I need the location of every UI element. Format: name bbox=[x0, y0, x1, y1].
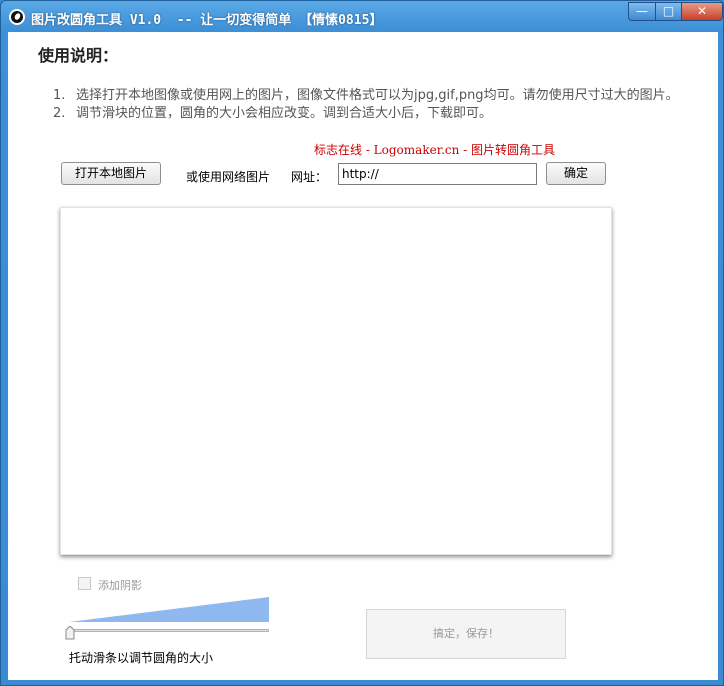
window-title: 图片改圆角工具 V1.0 -- 让一切变得简单 【情愫0815】 bbox=[31, 13, 383, 28]
url-label: 网址： bbox=[291, 170, 328, 184]
instruction-number: 2. bbox=[53, 106, 66, 121]
client-area: 使用说明： 1. 选择打开本地图像或使用网上的图片，图像文件格式可以为jpg,gi… bbox=[8, 32, 718, 680]
app-window: 图片改圆角工具 V1.0 -- 让一切变得简单 【情愫0815】 — □ ✕ 使… bbox=[0, 0, 724, 686]
slider-hint-label: 托动滑条以调节圆角的大小 bbox=[69, 651, 214, 665]
save-button[interactable]: 搞定，保存！ bbox=[366, 609, 566, 659]
app-logo-icon bbox=[9, 9, 25, 25]
add-shadow-label: 添加阴影 bbox=[98, 579, 142, 592]
corner-radius-ramp-graphic bbox=[69, 597, 269, 622]
open-local-image-button[interactable]: 打开本地图片 bbox=[61, 162, 161, 185]
brand-link[interactable]: 标志在线 - Logomaker.cn - 图片转圆角工具 bbox=[314, 141, 555, 158]
url-input[interactable] bbox=[338, 163, 537, 185]
corner-radius-slider-thumb[interactable] bbox=[65, 626, 75, 640]
instruction-item: 1. 选择打开本地图像或使用网上的图片，图像文件格式可以为jpg,gif,png均… bbox=[53, 84, 679, 103]
image-preview-area bbox=[60, 207, 612, 555]
or-web-image-label: 或使用网络图片 bbox=[186, 170, 271, 184]
corner-radius-slider-track[interactable] bbox=[69, 629, 269, 632]
instructions-heading: 使用说明： bbox=[38, 46, 119, 65]
add-shadow-checkbox[interactable] bbox=[78, 577, 91, 590]
maximize-button[interactable]: □ bbox=[655, 2, 682, 21]
confirm-button[interactable]: 确定 bbox=[546, 162, 606, 185]
close-button[interactable]: ✕ bbox=[681, 2, 723, 21]
minimize-button[interactable]: — bbox=[628, 2, 656, 21]
instruction-text: 选择打开本地图像或使用网上的图片，图像文件格式可以为jpg,gif,png均可。… bbox=[76, 88, 679, 103]
instruction-item: 2. 调节滑块的位置，圆角的大小会相应改变。调到合适大小后，下载即可。 bbox=[53, 102, 492, 121]
instruction-number: 1. bbox=[53, 88, 66, 103]
title-bar[interactable]: 图片改圆角工具 V1.0 -- 让一切变得简单 【情愫0815】 — □ ✕ bbox=[1, 1, 723, 33]
instruction-text: 调节滑块的位置，圆角的大小会相应改变。调到合适大小后，下载即可。 bbox=[76, 106, 493, 121]
